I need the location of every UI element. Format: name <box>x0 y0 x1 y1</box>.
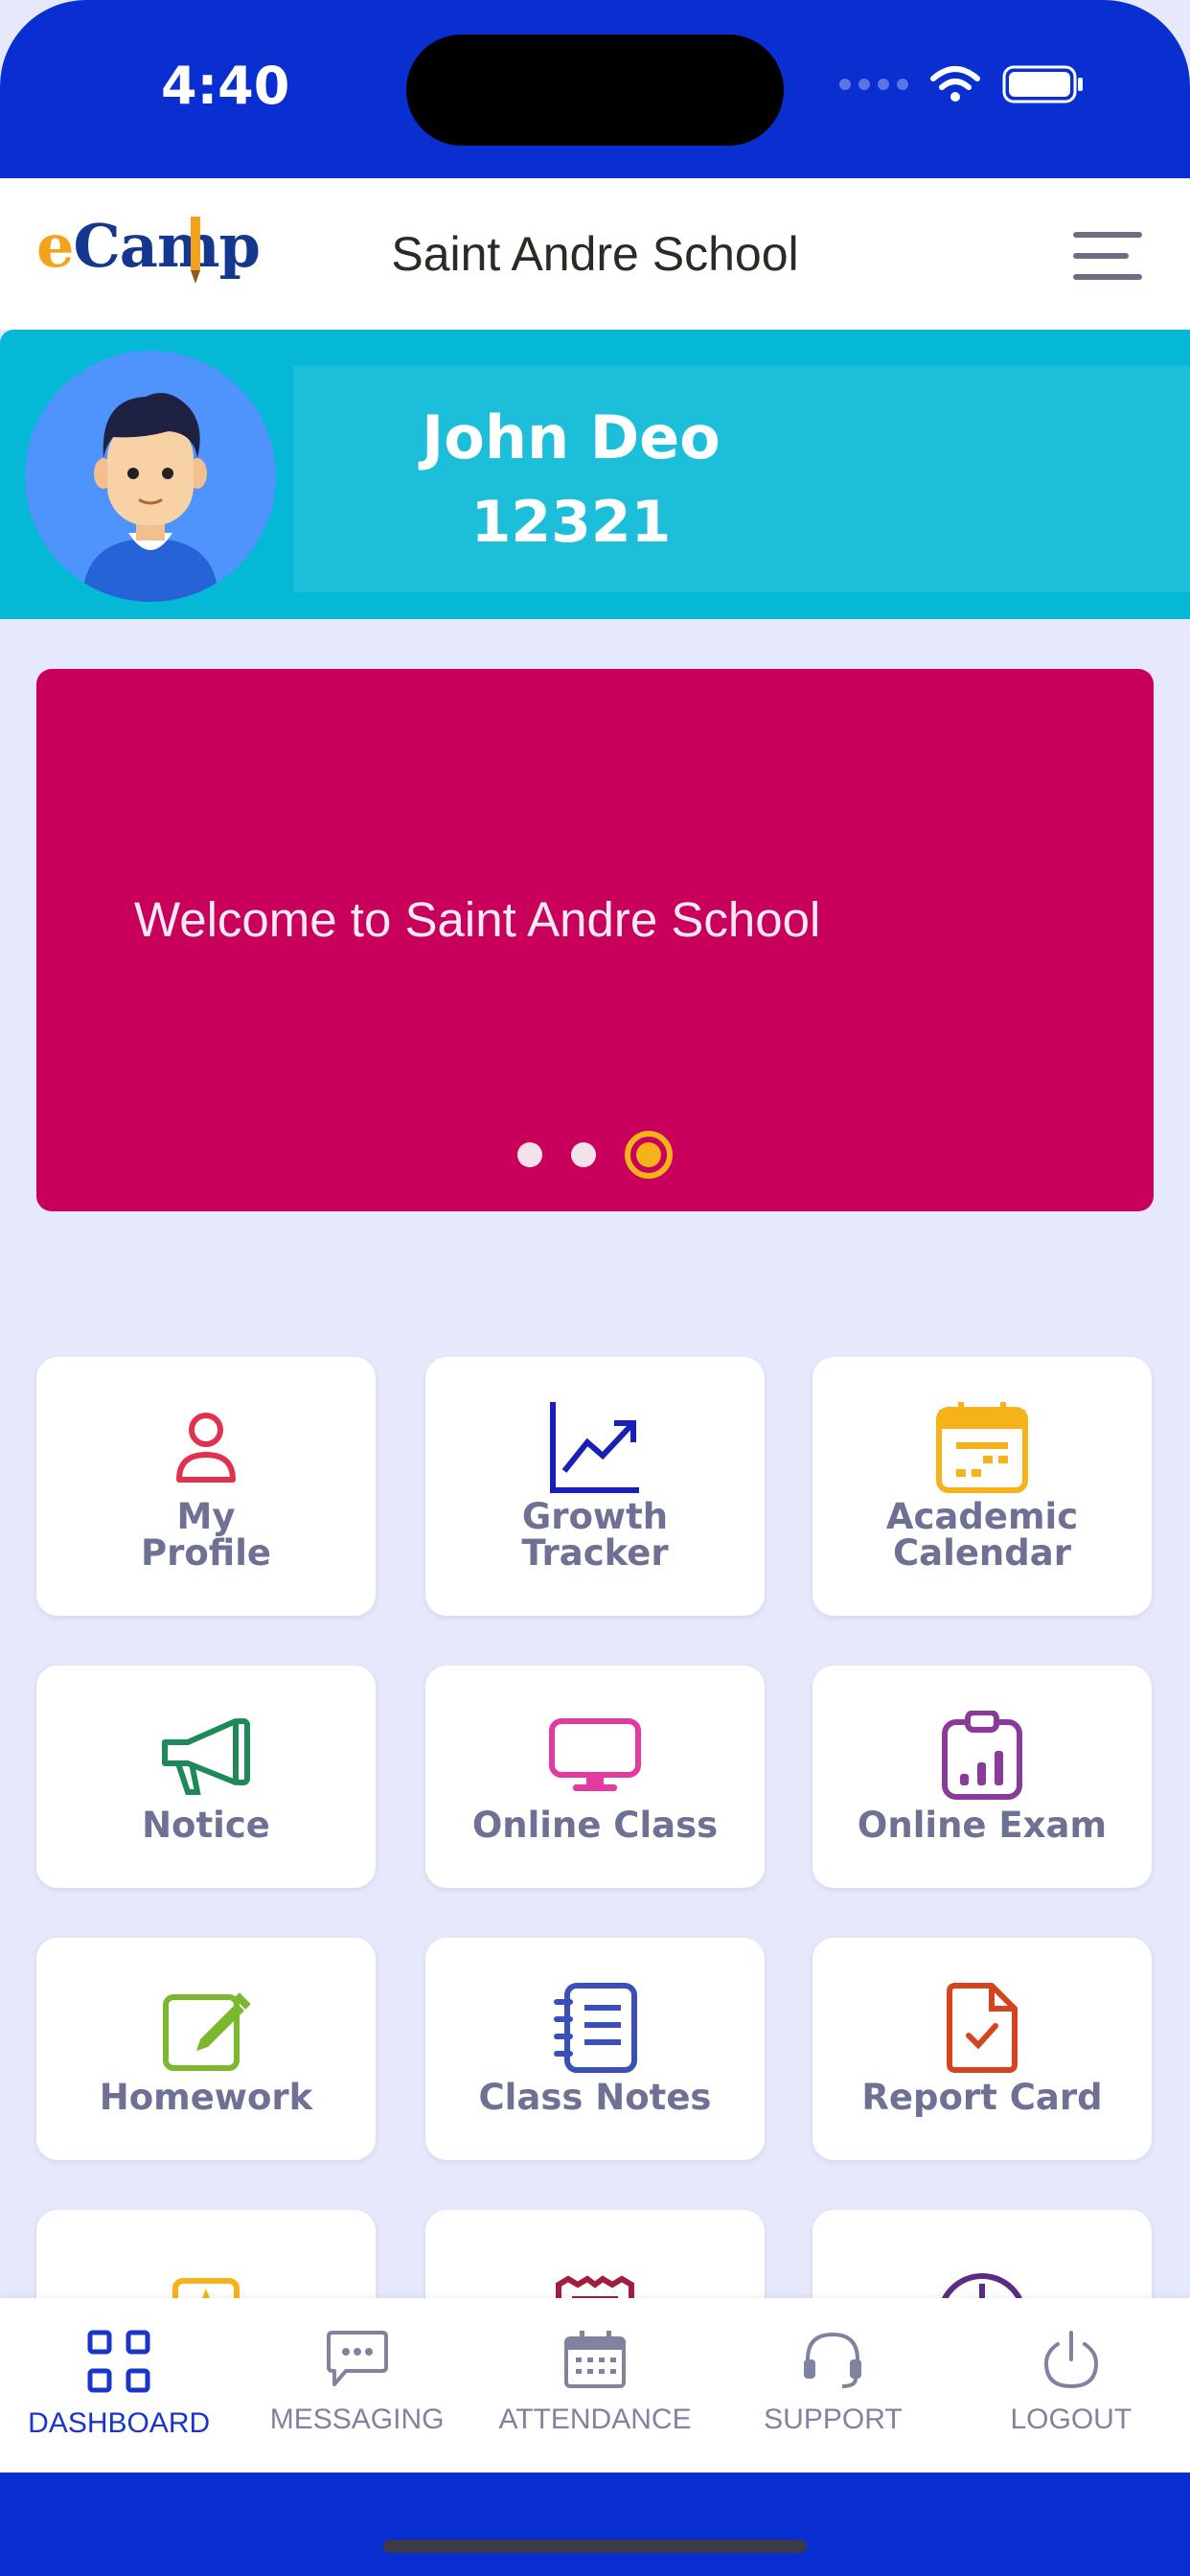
tile-partial[interactable] <box>36 2210 376 2298</box>
tile-growth-tracker[interactable]: Growth Tracker <box>425 1357 765 1616</box>
nav-messaging[interactable]: MESSAGING <box>238 2298 475 2472</box>
headset-icon <box>804 2332 862 2388</box>
tile-notice[interactable]: Notice <box>36 1666 376 1888</box>
feature-grid: My Profile Growth Tracker Academic Calen… <box>0 1357 1190 2298</box>
attendance-icon <box>564 2331 627 2388</box>
tile-homework[interactable]: Homework <box>36 1938 376 2160</box>
carousel-dot-active[interactable] <box>625 1131 673 1179</box>
cellular-signal-icon <box>839 79 908 90</box>
status-time: 4:40 <box>161 56 290 116</box>
nav-dashboard[interactable]: DASHBOARD <box>0 2298 238 2472</box>
nav-label: MESSAGING <box>269 2404 445 2435</box>
tile-label: Report Card <box>861 2077 1103 2118</box>
clipboard-chart-icon <box>942 1711 1022 1800</box>
tile-class-notes[interactable]: Class Notes <box>425 1938 765 2160</box>
home-indicator[interactable] <box>383 2540 807 2553</box>
avatar[interactable] <box>25 351 276 602</box>
tile-label: Class Notes <box>478 2077 712 2118</box>
user-avatar-icon <box>82 393 218 602</box>
student-id: 12321 <box>470 489 672 556</box>
receipt-icon <box>556 2275 634 2298</box>
tile-academic-calendar[interactable]: Academic Calendar <box>812 1357 1152 1616</box>
megaphone-icon <box>162 1718 250 1795</box>
tile-online-class[interactable]: Online Class <box>425 1666 765 1888</box>
nav-attendance[interactable]: ATTENDANCE <box>476 2298 714 2472</box>
dynamic-island <box>406 34 784 146</box>
tile-partial[interactable] <box>425 2210 765 2298</box>
carousel-indicator <box>36 1131 1154 1179</box>
growth-chart-icon <box>550 1402 639 1493</box>
welcome-banner[interactable]: Welcome to Saint Andre School <box>36 669 1154 1211</box>
nav-logout[interactable]: LOGOUT <box>952 2298 1190 2472</box>
power-icon <box>1043 2331 1098 2389</box>
banner-text: Welcome to Saint Andre School <box>134 892 821 947</box>
nav-label: DASHBOARD <box>28 2407 211 2439</box>
status-icons <box>839 65 1085 104</box>
tile-partial[interactable] <box>812 2210 1152 2298</box>
report-card-icon <box>947 1983 1018 2073</box>
tile-my-profile[interactable]: My Profile <box>36 1357 376 1616</box>
app-header: eCamp Saint Andre School <box>0 178 1190 330</box>
tile-label: Online Class <box>471 1805 719 1846</box>
star-badge-icon <box>172 2278 240 2298</box>
user-icon <box>176 1413 236 1483</box>
edit-icon <box>163 1992 250 2071</box>
hamburger-menu-icon[interactable] <box>1073 232 1142 295</box>
tile-label: My Profile <box>141 1496 271 1574</box>
profile-band: John Deo 12321 <box>0 330 1190 619</box>
tile-label: Growth Tracker <box>521 1496 669 1574</box>
tile-label: Homework <box>99 2077 313 2118</box>
profile-card[interactable]: John Deo 12321 <box>293 366 1190 592</box>
wifi-icon <box>930 66 980 102</box>
tile-label: Online Exam <box>857 1805 1108 1846</box>
tile-label: Academic Calendar <box>885 1496 1079 1574</box>
carousel-dot[interactable] <box>517 1142 542 1167</box>
bottom-nav: DASHBOARD MESSAGING ATTENDANCE SUPPORT L… <box>0 2298 1190 2472</box>
monitor-icon <box>549 1718 641 1791</box>
school-title: Saint Andre School <box>391 227 799 281</box>
nav-label: SUPPORT <box>764 2404 903 2435</box>
dashboard-icon <box>87 2330 150 2393</box>
tile-report-card[interactable]: Report Card <box>812 1938 1152 2160</box>
tile-online-exam[interactable]: Online Exam <box>812 1666 1152 1888</box>
carousel-dot[interactable] <box>571 1142 596 1167</box>
nav-support[interactable]: SUPPORT <box>714 2298 951 2472</box>
status-bar: 4:40 <box>0 0 1190 178</box>
message-icon <box>326 2331 388 2386</box>
student-name: John Deo <box>422 402 721 472</box>
battery-icon <box>1002 65 1083 104</box>
notes-icon <box>554 1983 637 2073</box>
clock-icon <box>941 2273 1023 2298</box>
calendar-icon <box>936 1402 1028 1493</box>
tile-label: Notice <box>142 1805 270 1846</box>
home-indicator-area <box>0 2472 1190 2576</box>
nav-label: ATTENDANCE <box>498 2404 692 2435</box>
nav-label: LOGOUT <box>1010 2404 1133 2435</box>
